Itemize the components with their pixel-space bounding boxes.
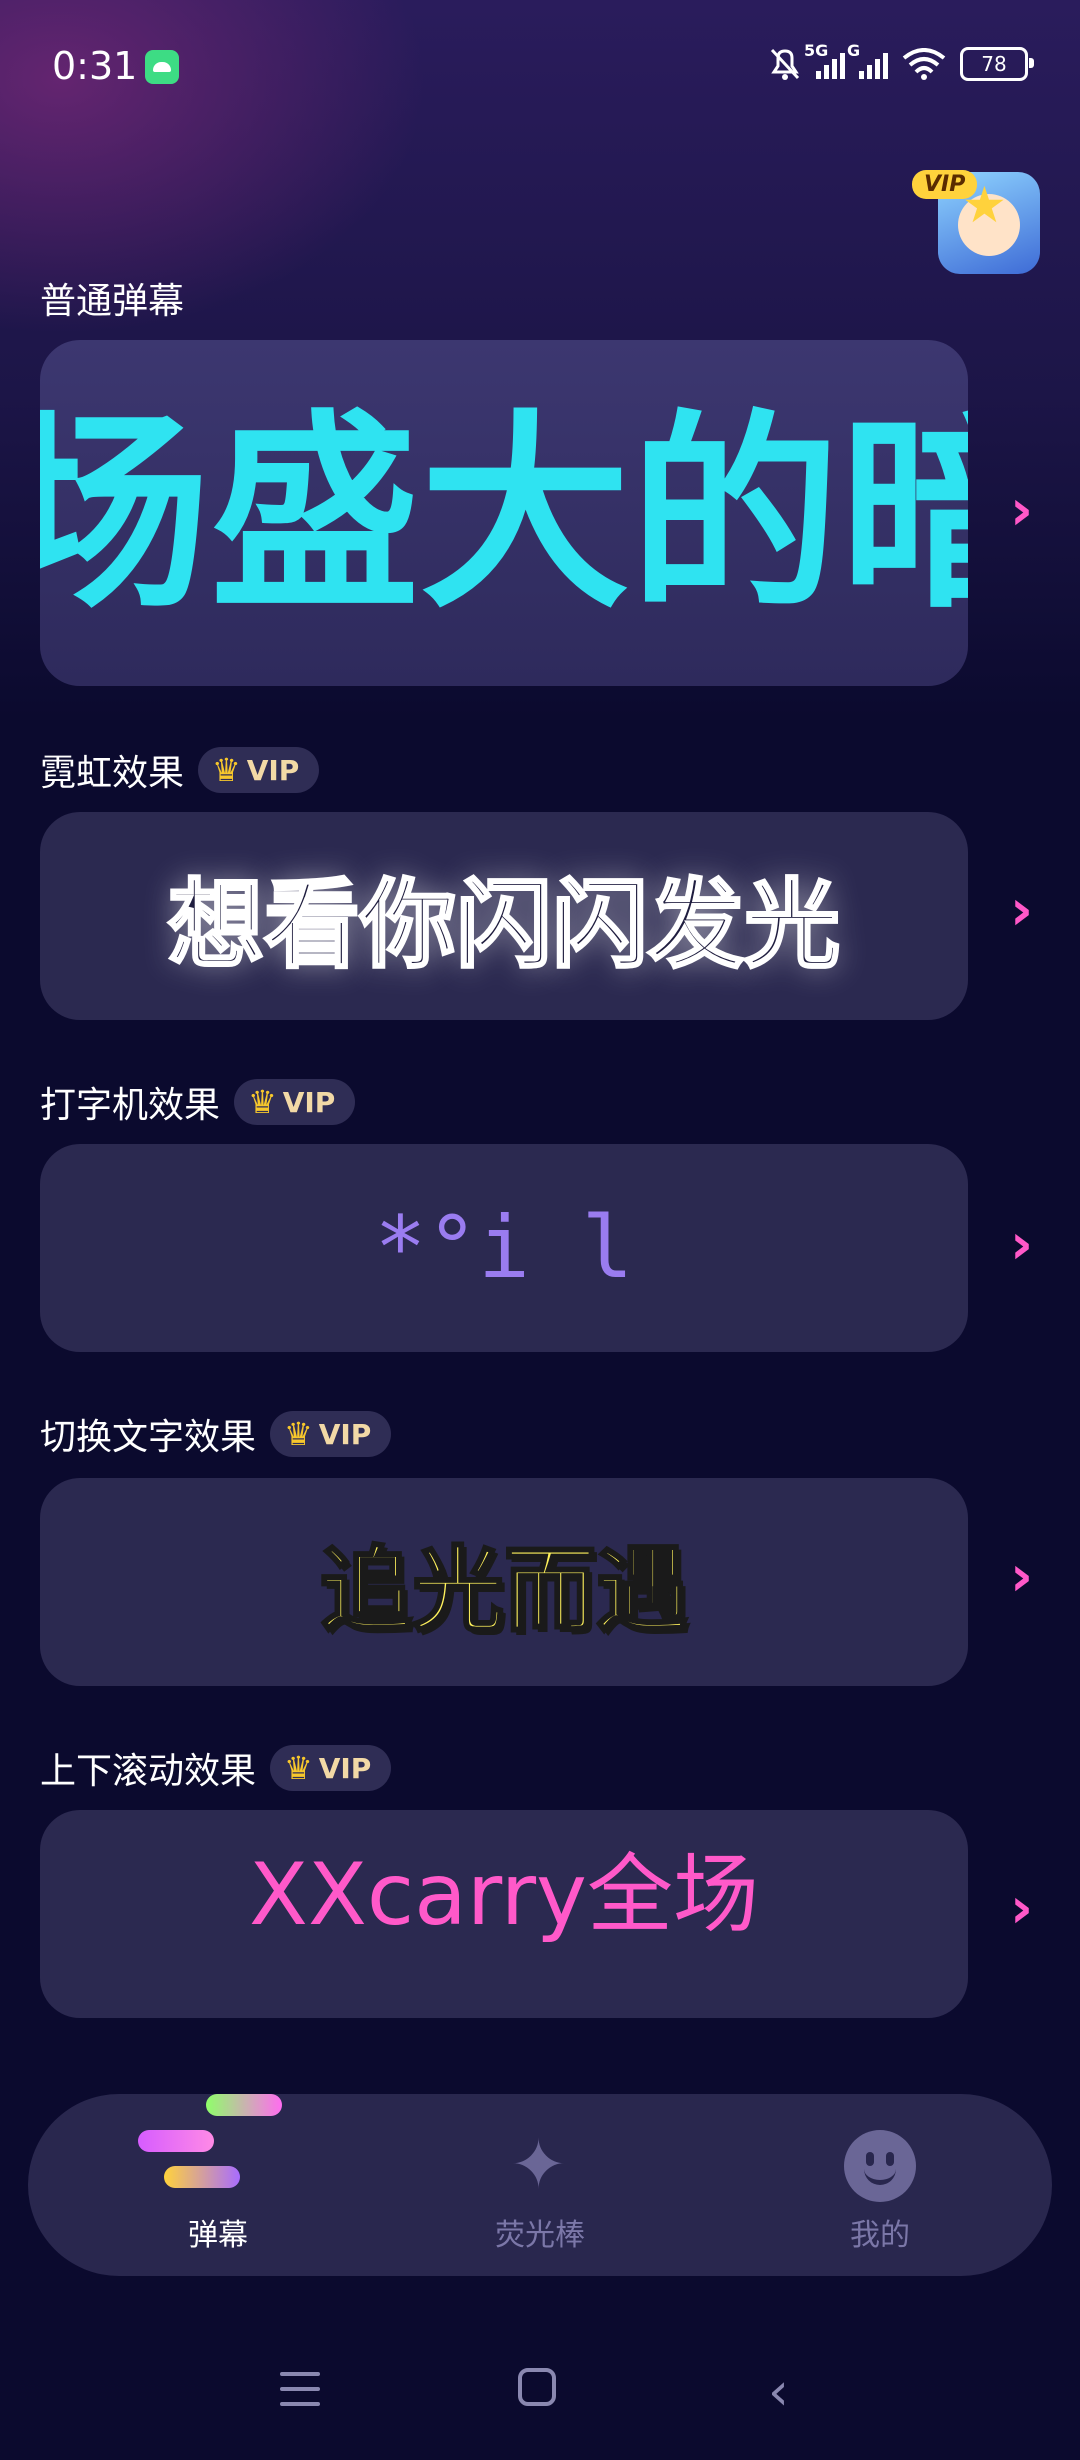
section-title-normal: 普通弹幕 [40, 268, 184, 328]
section-title-typewriter: 打字机效果 ♛ VIP [40, 1072, 356, 1132]
tab-label: 我的 [850, 2218, 910, 2253]
chevron-right-icon[interactable]: › [1010, 1212, 1033, 1277]
tab-label: 荧光棒 [495, 2218, 585, 2253]
signal-5g-icon: 5G [804, 41, 845, 79]
glowstick-icon: ✦ [510, 2126, 567, 2205]
tab-danmaku[interactable]: 弹幕 [98, 2094, 338, 2276]
vip-label: VIP [318, 1417, 372, 1451]
signal-label: 5G [804, 41, 829, 60]
status-time: 0:31 [52, 44, 138, 88]
crown-icon: ♛ [248, 1083, 277, 1121]
card-neon-effect[interactable]: 想看你闪闪发光 [40, 812, 968, 1020]
preview-text: 想看你闪闪发光 [167, 867, 842, 982]
section-label: 霓虹效果 [40, 753, 185, 794]
chevron-right-icon[interactable]: › [1010, 1544, 1033, 1609]
vip-badge: ♛ VIP [198, 747, 320, 793]
section-label: 切换文字效果 [40, 1417, 257, 1458]
battery-level: 78 [981, 52, 1007, 76]
back-icon[interactable]: ‹ [768, 2362, 789, 2422]
wifi-icon [902, 48, 946, 80]
tab-profile[interactable]: 我的 [760, 2094, 1000, 2276]
home-icon[interactable] [518, 2368, 556, 2406]
preview-text: 追光而遇 [318, 1535, 689, 1645]
vip-label: VIP [318, 1751, 372, 1785]
danmaku-icon [98, 2094, 338, 2204]
vip-badge: ♛ VIP [270, 1411, 392, 1457]
card-switch-text-effect[interactable]: 追光而遇 [40, 1478, 968, 1686]
preview-text: *°i l [374, 1198, 634, 1298]
android-notification-icon [145, 50, 179, 84]
bell-muted-icon [768, 46, 802, 82]
tab-label: 弹幕 [188, 2218, 248, 2253]
status-bar: 0:31 5G G 78 [0, 0, 1080, 130]
vip-badge: ♛ VIP [234, 1079, 356, 1125]
status-icons: 5G G 78 [768, 41, 1034, 84]
crown-icon: ♛ [284, 1415, 313, 1453]
card-normal-danmaku[interactable]: 场盛大的暗 [40, 340, 968, 686]
signal-label: G [847, 41, 861, 60]
menu-icon[interactable] [280, 2372, 320, 2406]
card-scroll-effect[interactable]: XXcarry全场 [40, 1810, 968, 2018]
bottom-nav: 弹幕 ✦ 荧光棒 我的 [28, 2094, 1052, 2276]
preview-text: 场盛大的暗 [40, 392, 968, 637]
card-typewriter-effect[interactable]: *°i l [40, 1144, 968, 1352]
chevron-right-icon[interactable]: › [1010, 478, 1033, 543]
chevron-right-icon[interactable]: › [1010, 878, 1033, 943]
section-label: 普通弹幕 [40, 281, 185, 322]
avatar-vip-badge: VIP [912, 170, 978, 199]
section-label: 上下滚动效果 [40, 1751, 257, 1792]
crown-icon: ♛ [212, 751, 241, 789]
vip-label: VIP [246, 753, 300, 787]
vip-label: VIP [282, 1085, 336, 1119]
battery-icon: 78 [960, 47, 1034, 81]
system-navigation-bar: ‹ [0, 2350, 1080, 2440]
signal-g-icon: G [847, 41, 888, 79]
profile-smile-icon [844, 2130, 916, 2202]
crown-icon: ♛ [284, 1749, 313, 1787]
vip-badge: ♛ VIP [270, 1745, 392, 1791]
preview-text: XXcarry全场 [249, 1845, 759, 1945]
section-title-neon: 霓虹效果 ♛ VIP [40, 740, 320, 800]
section-title-scroll: 上下滚动效果 ♛ VIP [40, 1738, 392, 1798]
section-title-switch-text: 切换文字效果 ♛ VIP [40, 1404, 392, 1464]
tab-glowstick[interactable]: ✦ 荧光棒 [420, 2094, 660, 2276]
chevron-right-icon[interactable]: › [1010, 1876, 1033, 1941]
section-label: 打字机效果 [40, 1085, 221, 1126]
